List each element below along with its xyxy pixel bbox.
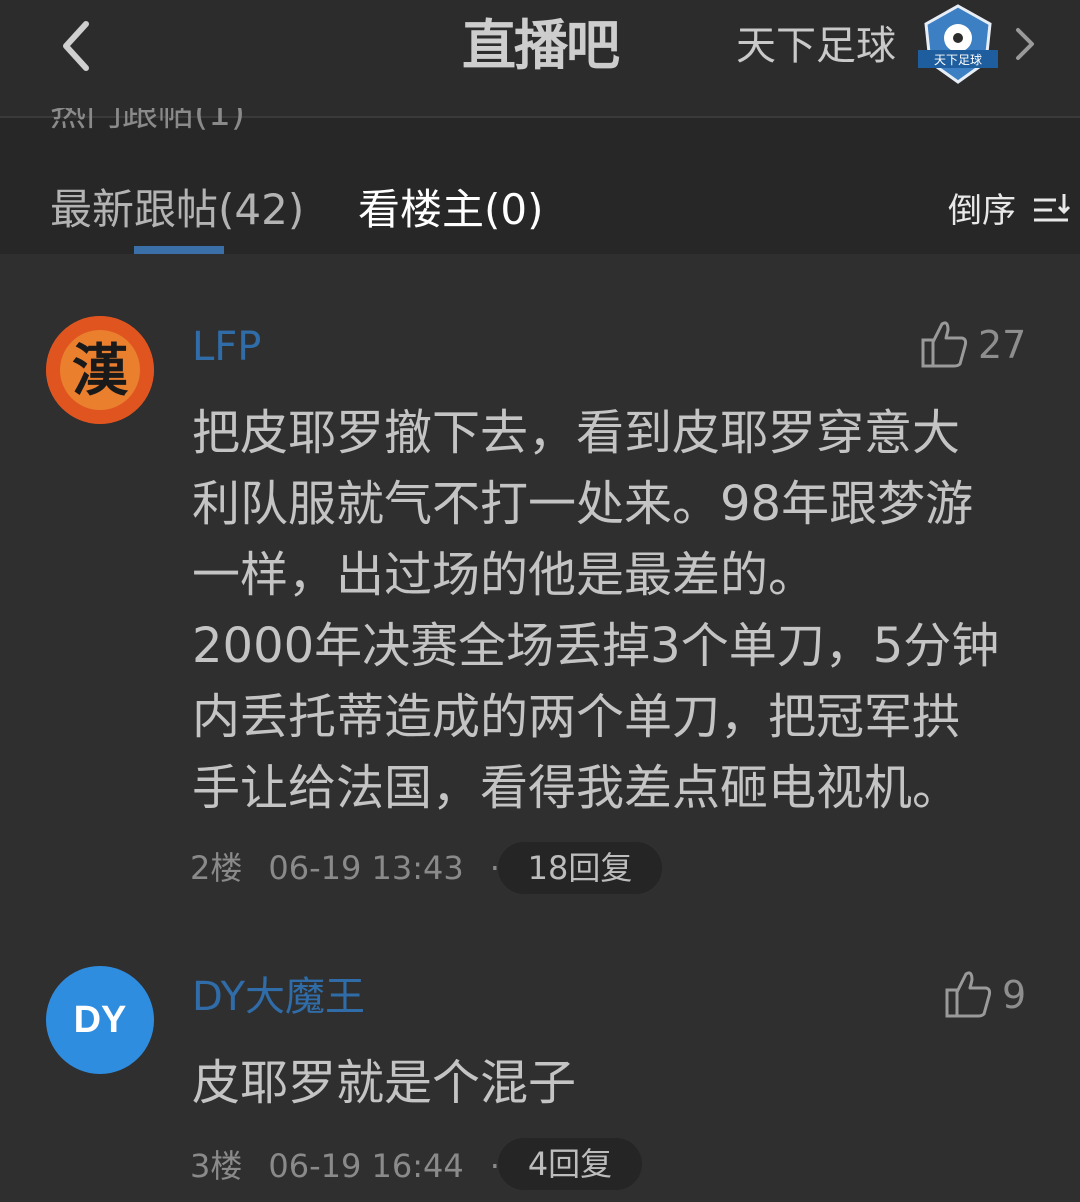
- forum-badge-icon[interactable]: 天下足球: [916, 4, 1000, 84]
- sort-desc-icon[interactable]: [1032, 190, 1072, 230]
- floor-number: 2楼: [190, 849, 243, 887]
- back-chevron-icon: [63, 21, 89, 71]
- tab-latest-replies[interactable]: 最新跟帖(42): [50, 182, 304, 238]
- reply-count-button[interactable]: 18回复: [498, 842, 662, 894]
- sort-order-button[interactable]: 倒序: [948, 186, 1016, 236]
- active-tab-indicator: [134, 246, 224, 254]
- comment-meta: 3楼 06-19 16:44 ·: [190, 1140, 526, 1192]
- comment-text: 把皮耶罗撤下去，看到皮耶罗穿意大 利队服就气不打一处来。98年跟梦游 一样，出过…: [192, 398, 1032, 824]
- like-count: 9: [1002, 973, 1027, 1017]
- comment-line: 把皮耶罗撤下去，看到皮耶罗穿意大: [192, 405, 961, 461]
- forum-forward-button[interactable]: [1010, 24, 1040, 64]
- tab-view-op[interactable]: 看楼主(0): [358, 182, 544, 238]
- avatar[interactable]: 漢: [46, 316, 154, 424]
- comment-line: 利队服就气不打一处来。98年跟梦游: [192, 476, 974, 532]
- comment-username[interactable]: LFP: [192, 322, 261, 372]
- comment-time: 06-19 16:44: [268, 1147, 464, 1185]
- comment-username[interactable]: DY大魔王: [192, 972, 365, 1022]
- forum-name-link[interactable]: 天下足球: [736, 18, 896, 74]
- comment-meta: 2楼 06-19 13:43 ·: [190, 842, 526, 894]
- replies-tab-bar: 热门跟帖(1) 最新跟帖(42) 看楼主(0) 倒序: [0, 108, 1080, 254]
- avatar-han-glyph: 漢: [72, 338, 129, 404]
- comment-time: 06-19 13:43: [268, 849, 464, 887]
- thumbs-up-icon[interactable]: [920, 318, 970, 370]
- back-button[interactable]: [52, 14, 102, 78]
- app-logo-text: 直播吧: [462, 14, 620, 77]
- top-bar: 直播吧 天下足球 天下足球: [0, 0, 1080, 118]
- comment-line: 皮耶罗就是个混子: [192, 1055, 577, 1111]
- comment-line: 2000年决赛全场丢掉3个单刀，5分钟: [192, 618, 1000, 674]
- avatar[interactable]: DY: [46, 966, 154, 1074]
- reply-count-button[interactable]: 4回复: [498, 1138, 642, 1190]
- forward-chevron-icon: [1016, 28, 1034, 60]
- comment-line: 一样，出过场的他是最差的。: [192, 547, 817, 603]
- floor-number: 3楼: [190, 1147, 243, 1185]
- badge-text: 天下足球: [934, 53, 982, 67]
- thumbs-up-icon[interactable]: [944, 968, 994, 1020]
- like-count: 27: [978, 323, 1027, 367]
- comment-text: 皮耶罗就是个混子: [192, 1048, 1032, 1119]
- comment-line: 内丢托蒂造成的两个单刀，把冠军拱: [192, 689, 961, 745]
- comment-line: 手让给法国，看得我差点砸电视机。: [192, 760, 961, 816]
